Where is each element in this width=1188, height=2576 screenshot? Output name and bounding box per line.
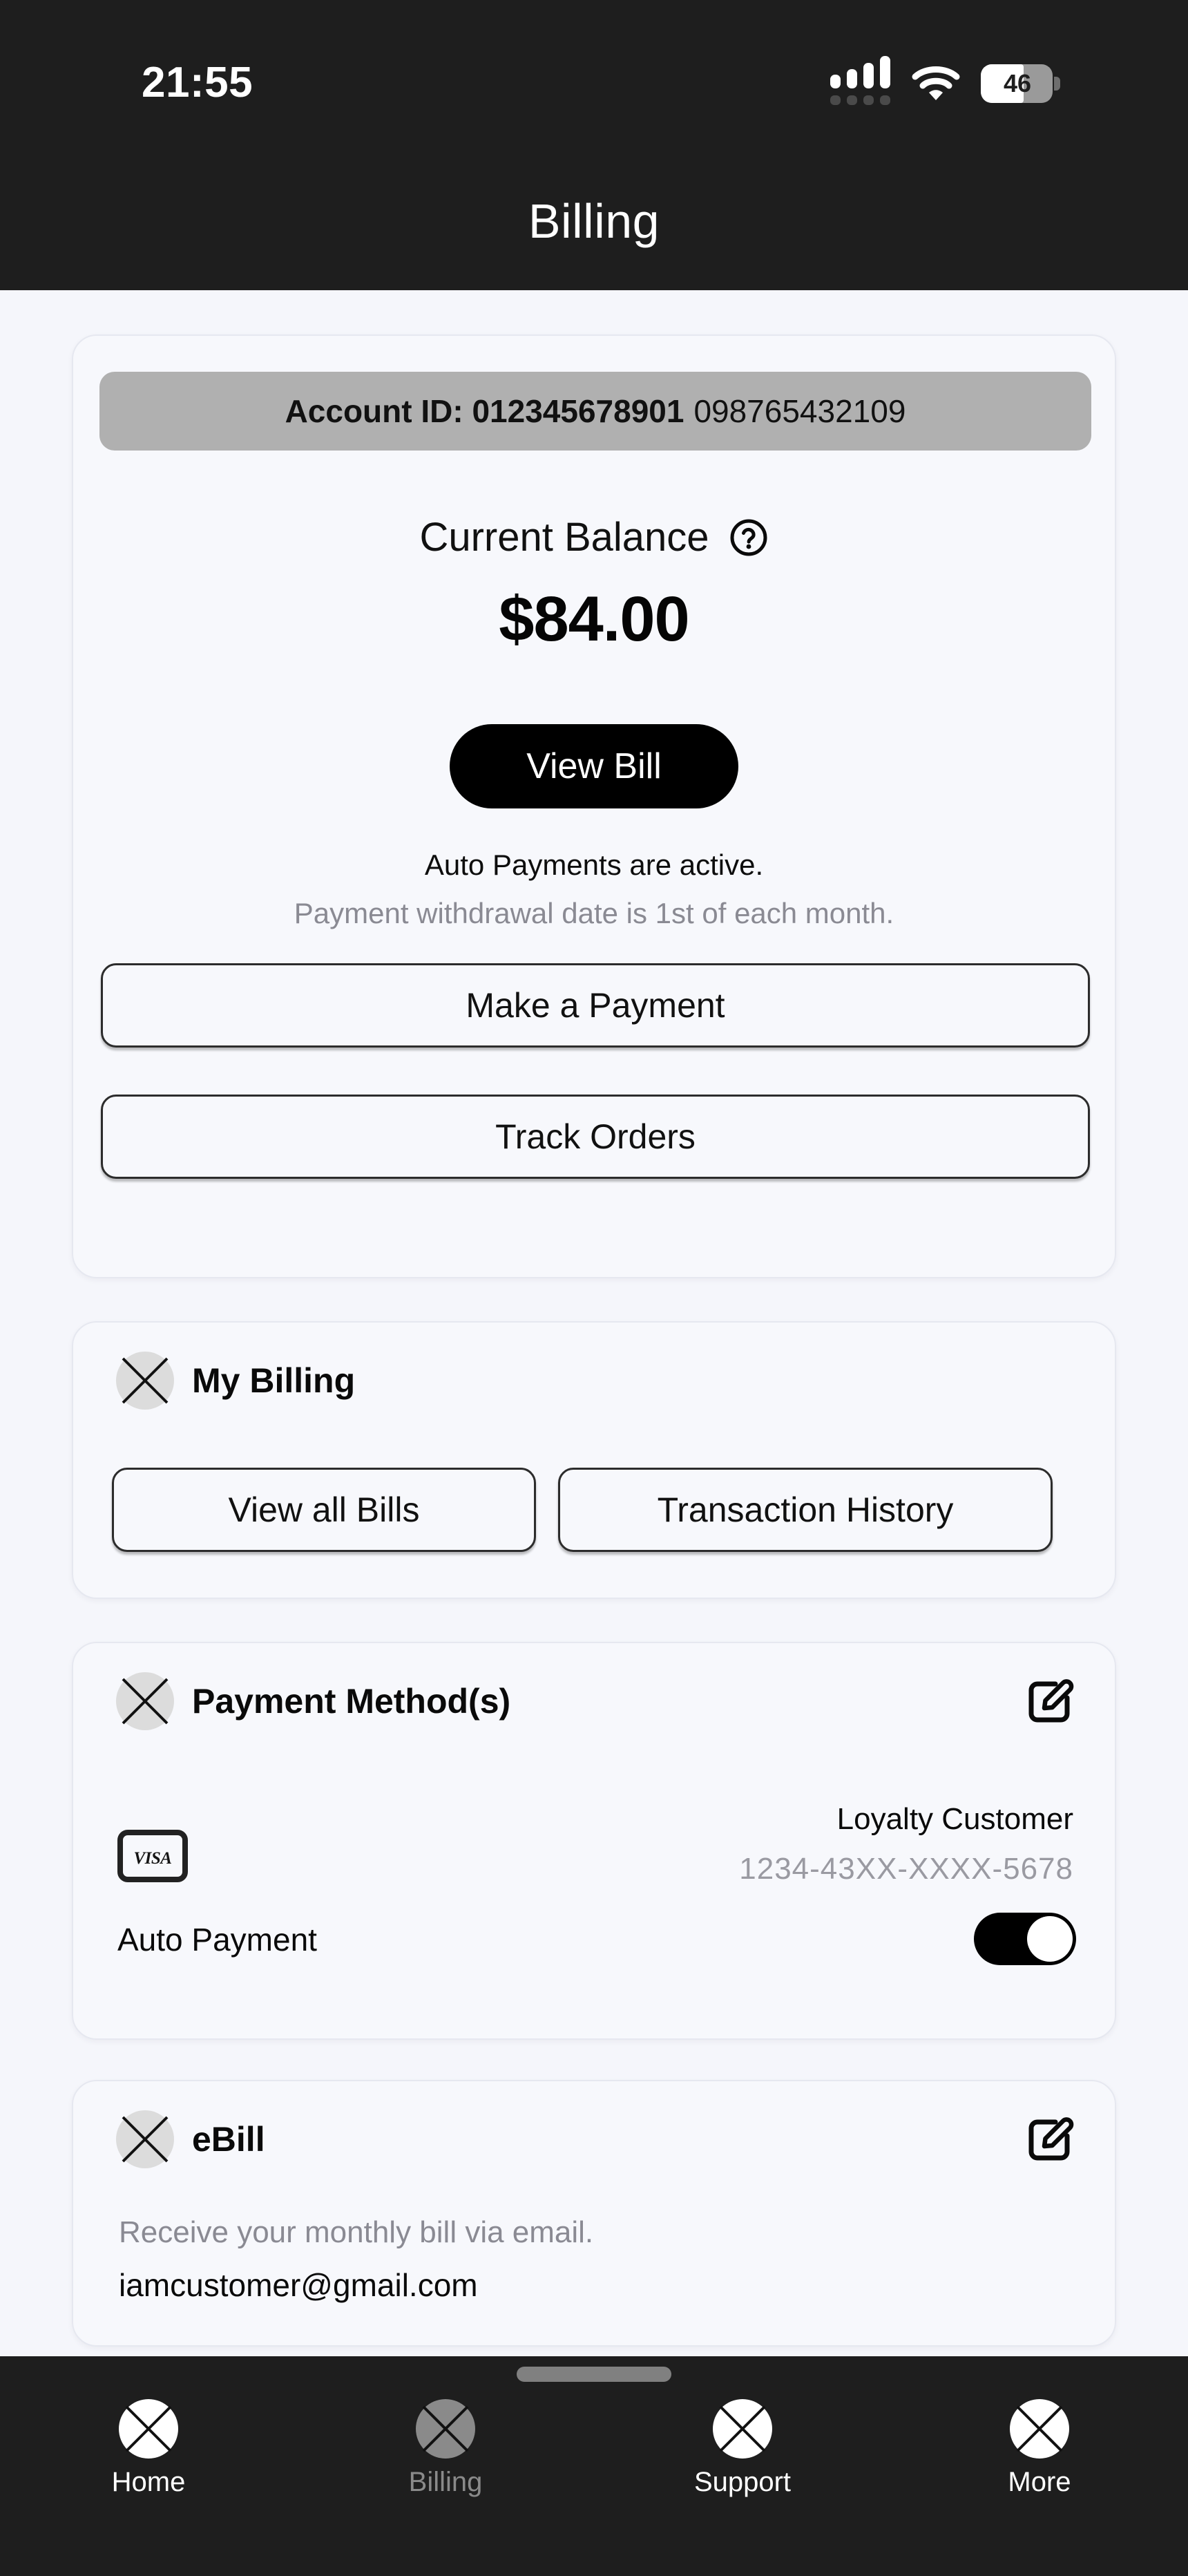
payment-methods-title: Payment Method(s) [192,1682,511,1721]
nav-label-support: Support [693,2467,792,2497]
balance-card: Account ID: 012345678901 098765432109 Cu… [72,334,1116,1278]
toggle-knob [1027,1916,1073,1962]
ebill-email: iamcustomer@gmail.com [119,2267,478,2303]
status-bar: 21:55 46 Billing [0,0,1188,290]
drag-handle[interactable] [517,2367,671,2382]
placeholder-image-icon [116,1352,174,1410]
current-balance-label: Current Balance [419,515,709,560]
placeholder-image-icon [116,2110,174,2168]
question-mark-circle-icon[interactable] [729,518,769,558]
nav-label-home: Home [111,2467,186,2497]
ebill-title: eBill [192,2120,265,2159]
track-orders-button[interactable]: Track Orders [101,1095,1090,1179]
nav-item-billing[interactable]: Billing [297,2399,594,2498]
make-a-payment-button[interactable]: Make a Payment [101,963,1090,1048]
account-id-masked: 098765432109 [693,393,906,429]
nav-items: Home Billing Support More [0,2399,1188,2498]
auto-payment-label: Auto Payment [117,1922,317,1958]
current-balance-row: Current Balance [73,514,1115,560]
visa-card-icon: VISA [117,1830,188,1882]
autopay-withdrawal-text: Payment withdrawal date is 1st of each m… [294,897,894,929]
my-billing-title: My Billing [192,1361,356,1400]
status-icons: 46 [830,56,1060,105]
billing-icon [416,2399,475,2459]
payment-method-holder-name: Loyalty Customer [836,1802,1073,1836]
auto-payment-toggle[interactable] [974,1913,1076,1965]
view-all-bills-button[interactable]: View all Bills [112,1468,536,1552]
nav-item-more[interactable]: More [891,2399,1188,2498]
ebill-description: Receive your monthly bill via email. [119,2215,594,2249]
battery-level: 46 [1003,69,1032,97]
support-icon [713,2399,772,2459]
ebill-header: eBill [116,2110,265,2168]
ebill-card: eBill Receive your monthly bill via emai… [72,2080,1116,2347]
autopay-status-text: Auto Payments are active. [424,849,764,881]
billing-screen: 21:55 46 Billing Account ID: 01234567890… [0,0,1188,2576]
status-time: 21:55 [142,59,253,106]
battery-icon: 46 [981,64,1060,103]
edit-pencil-square-icon [1028,1679,1074,1723]
page-title: Billing [528,194,660,248]
more-icon [1010,2399,1069,2459]
balance-amount: $84.00 [499,584,689,654]
account-id-label: Account ID: 012345678901 [285,393,684,429]
view-bill-button[interactable]: View Bill [450,724,738,808]
wifi-icon [912,66,960,100]
placeholder-image-icon [116,1672,174,1730]
payment-methods-card: Payment Method(s) [72,1642,1116,2040]
nav-item-home[interactable]: Home [0,2399,297,2498]
my-billing-header: My Billing [116,1352,355,1410]
edit-payment-methods-button[interactable] [1024,1675,1075,1726]
payment-method-card-number: 1234-43XX-XXXX-5678 [739,1852,1073,1886]
bottom-navigation-bar: Home Billing Support More [0,2356,1188,2576]
account-id-pill[interactable]: Account ID: 012345678901 098765432109 [99,372,1091,451]
cellular-signal-icon [830,56,891,105]
nav-label-billing: Billing [408,2467,483,2497]
home-icon [119,2399,178,2459]
svg-text:VISA: VISA [134,1849,172,1868]
edit-ebill-button[interactable] [1024,2113,1075,2164]
nav-item-support[interactable]: Support [594,2399,891,2498]
transaction-history-button[interactable]: Transaction History [558,1468,1053,1552]
my-billing-card: My Billing View all Bills Transaction Hi… [72,1321,1116,1599]
nav-label-more: More [1008,2467,1071,2497]
edit-pencil-square-icon [1028,2117,1074,2161]
payment-methods-header: Payment Method(s) [116,1672,510,1730]
